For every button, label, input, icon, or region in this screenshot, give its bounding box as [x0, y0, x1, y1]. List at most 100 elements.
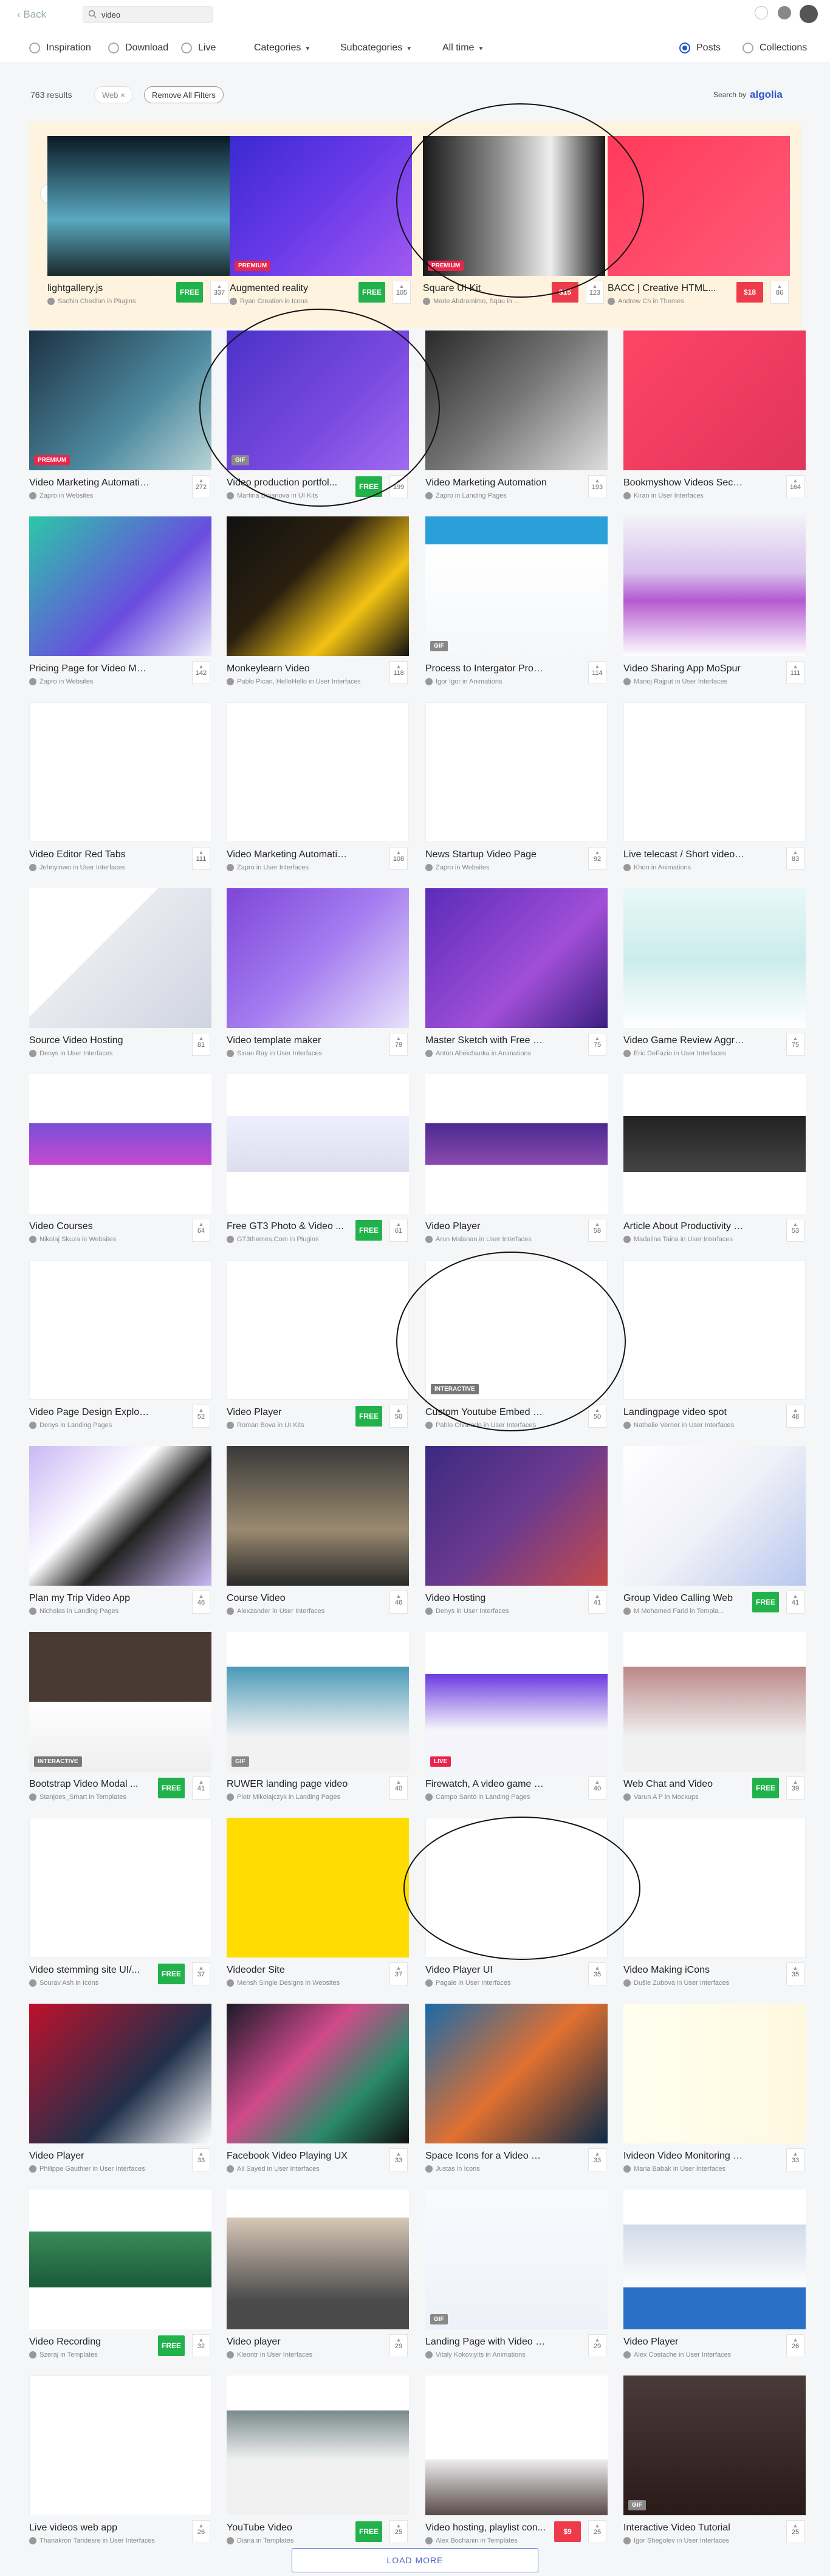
upvote-button[interactable]: ▲ 114	[588, 661, 606, 684]
upvote-button[interactable]: ▲ 35	[786, 1962, 804, 1985]
remove-all-filters-button[interactable]: Remove All Filters	[144, 86, 224, 103]
post-title[interactable]: Square UI Kit	[423, 283, 544, 294]
free-tag[interactable]: FREE	[358, 282, 385, 303]
post-card[interactable]: Free GT3 Photo & Video ... GT3themes.Com …	[227, 1074, 409, 1243]
post-thumbnail[interactable]	[623, 1260, 806, 1400]
post-card[interactable]: Video Hosting Denys in User Interfaces ▲ 41	[425, 1446, 608, 1615]
post-card[interactable]: Video Recording Szeraj in Templates FREE ▲ 3…	[29, 2190, 211, 2358]
post-author[interactable]: Arun Malanan in User Interfaces	[425, 1236, 559, 1243]
upvote-button[interactable]: ▲ 142	[192, 661, 210, 684]
post-card[interactable]: Video Marketing Automation Zapro in Landi…	[425, 331, 608, 499]
post-title[interactable]: Video Player	[29, 2151, 151, 2162]
upvote-button[interactable]: ▲ 108	[389, 847, 408, 870]
post-title[interactable]: Landing Page with Video Backgr...	[425, 2337, 547, 2348]
post-card[interactable]: Ivideon Video Monitoring Dashb... Maria B…	[623, 2004, 806, 2173]
post-title[interactable]: Video player	[227, 2337, 348, 2348]
post-thumbnail[interactable]	[227, 2004, 409, 2143]
post-author[interactable]: Maria Babak in User Interfaces	[623, 2165, 757, 2173]
post-thumbnail[interactable]	[623, 1446, 806, 1586]
post-thumbnail[interactable]: GIF	[623, 2376, 806, 2515]
post-title[interactable]: Facebook Video Playing UX	[227, 2151, 348, 2162]
post-card[interactable]: Master Sketch with Free Video T... Anton …	[425, 888, 608, 1057]
post-thumbnail[interactable]	[47, 136, 230, 276]
upvote-button[interactable]: ▲ 92	[588, 847, 606, 870]
upvote-button[interactable]: ▲ 53	[786, 1219, 804, 1242]
post-author[interactable]: Eric DeFazio in User Interfaces	[623, 1050, 757, 1057]
post-title[interactable]: Video Marketing Automation – F...	[29, 478, 151, 488]
upvote-button[interactable]: ▲ 86	[770, 281, 789, 304]
post-card[interactable]: Video Player Philippe Gauthier in User In…	[29, 2004, 211, 2173]
post-title[interactable]: Video Editor Red Tabs	[29, 849, 151, 860]
upvote-button[interactable]: ▲ 29	[588, 2334, 606, 2357]
free-tag[interactable]: FREE	[752, 1592, 779, 1612]
post-card[interactable]: lightgallery.js Sachin Chedlon in Plugins…	[47, 136, 230, 305]
post-thumbnail[interactable]	[608, 136, 790, 276]
post-author[interactable]: Martina Dojanova in UI Kits	[227, 492, 360, 499]
post-title[interactable]: Custom Youtube Embed Video P...	[425, 1407, 547, 1418]
post-title[interactable]: Videoder Site	[227, 1965, 348, 1976]
post-author[interactable]: Marie Abdramimo, Sqau in ...	[423, 298, 557, 305]
upvote-button[interactable]: ▲ 32	[192, 2334, 210, 2357]
time-dropdown[interactable]: All time ▼	[442, 43, 484, 53]
post-card[interactable]: Video template maker Sinan Ray in User In…	[227, 888, 409, 1057]
post-author[interactable]: Zapro in User Interfaces	[227, 864, 360, 871]
post-author[interactable]: Igor Igor in Animations	[425, 678, 559, 685]
post-card[interactable]: Live telecast / Short video live A... Kho…	[623, 702, 806, 871]
upvote-button[interactable]: ▲ 33	[588, 2148, 606, 2171]
post-card[interactable]: Video Sharing App MoSpur Manoj Rajput in …	[623, 516, 806, 685]
post-thumbnail[interactable]	[425, 2004, 608, 2143]
upvote-button[interactable]: ▲ 41	[588, 1591, 606, 1614]
post-card[interactable]: Article About Productivity With V... Mada…	[623, 1074, 806, 1243]
post-card[interactable]: Live videos web app Thanakron Taridesre i…	[29, 2376, 211, 2544]
post-title[interactable]: Video Game Review Aggregator	[623, 1035, 745, 1046]
post-author[interactable]: Szeraj in Templates	[29, 2351, 163, 2358]
post-author[interactable]: Madalina Taina in User Interfaces	[623, 1236, 757, 1243]
post-title[interactable]: Monkeylearn Video	[227, 663, 348, 674]
upvote-button[interactable]: ▲ 26	[786, 2334, 804, 2357]
post-thumbnail[interactable]	[29, 516, 211, 656]
post-title[interactable]: lightgallery.js	[47, 283, 169, 294]
post-thumbnail[interactable]	[227, 1818, 409, 1958]
post-title[interactable]: Course Video	[227, 1593, 348, 1604]
post-author[interactable]: Stanjoes_Smart in Templates	[29, 1793, 163, 1801]
post-thumbnail[interactable]	[425, 2376, 608, 2515]
post-thumbnail[interactable]	[623, 331, 806, 470]
post-thumbnail[interactable]: PREMIUM	[423, 136, 605, 276]
post-title[interactable]: Augmented reality	[230, 283, 351, 294]
upvote-button[interactable]: ▲ 33	[786, 2148, 804, 2171]
post-author[interactable]: Zapro in Websites	[425, 864, 559, 871]
post-card[interactable]: Video Courses Nikolaj Skuza in Websites ▲ 6…	[29, 1074, 211, 1243]
post-author[interactable]: Thanakron Taridesre in User Interfaces	[29, 2537, 163, 2544]
post-card[interactable]: Video Player UI Pagale in User Interfaces…	[425, 1818, 608, 1987]
post-thumbnail[interactable]: GIF	[227, 1632, 409, 1772]
post-author[interactable]: Kiran in User Interfaces	[623, 492, 757, 499]
post-card[interactable]: INTERACTIVE Bootstrap Video Modal ... Stan…	[29, 1632, 211, 1801]
post-card[interactable]: PREMIUM Augmented reality Ryan Creation in…	[230, 136, 412, 305]
post-title[interactable]: Source Video Hosting	[29, 1035, 151, 1046]
upvote-button[interactable]: ▲ 41	[192, 1776, 210, 1800]
post-thumbnail[interactable]	[425, 888, 608, 1028]
post-card[interactable]: Video Page Design Exploration Denys in La…	[29, 1260, 211, 1429]
post-author[interactable]: Zapro in Websites	[29, 678, 163, 685]
post-author[interactable]: Sourav Ash in Icons	[29, 1979, 163, 1987]
post-author[interactable]: Ali Sayed in User Interfaces	[227, 2165, 360, 2173]
post-thumbnail[interactable]: GIF	[425, 2190, 608, 2329]
upvote-button[interactable]: ▲ 337	[210, 281, 228, 304]
post-title[interactable]: Video Player UI	[425, 1965, 547, 1976]
post-title[interactable]: Video Player	[425, 1221, 547, 1232]
free-tag[interactable]: FREE	[176, 282, 203, 303]
post-thumbnail[interactable]: GIF	[425, 516, 608, 656]
post-card[interactable]: Video Player Roman Bova in UI Kits FREE ▲ 50	[227, 1260, 409, 1429]
price-tag[interactable]: $9	[554, 2521, 581, 2542]
post-author[interactable]: Andrew Ch in Themes	[608, 298, 741, 305]
post-title[interactable]: Bookmyshow Videos Section	[623, 478, 745, 488]
post-thumbnail[interactable]	[227, 702, 409, 842]
post-title[interactable]: Video Sharing App MoSpur	[623, 663, 745, 674]
free-tag[interactable]: FREE	[355, 1406, 382, 1427]
radio-download[interactable]: Download	[108, 43, 168, 53]
upvote-button[interactable]: ▲ 29	[389, 2334, 408, 2357]
post-title[interactable]: RUWER landing page video	[227, 1779, 348, 1790]
post-thumbnail[interactable]	[29, 1446, 211, 1586]
post-card[interactable]: Facebook Video Playing UX Ali Sayed in Us…	[227, 2004, 409, 2173]
post-author[interactable]: Pablo Picari, HelloHello in User Interfa…	[227, 678, 360, 685]
